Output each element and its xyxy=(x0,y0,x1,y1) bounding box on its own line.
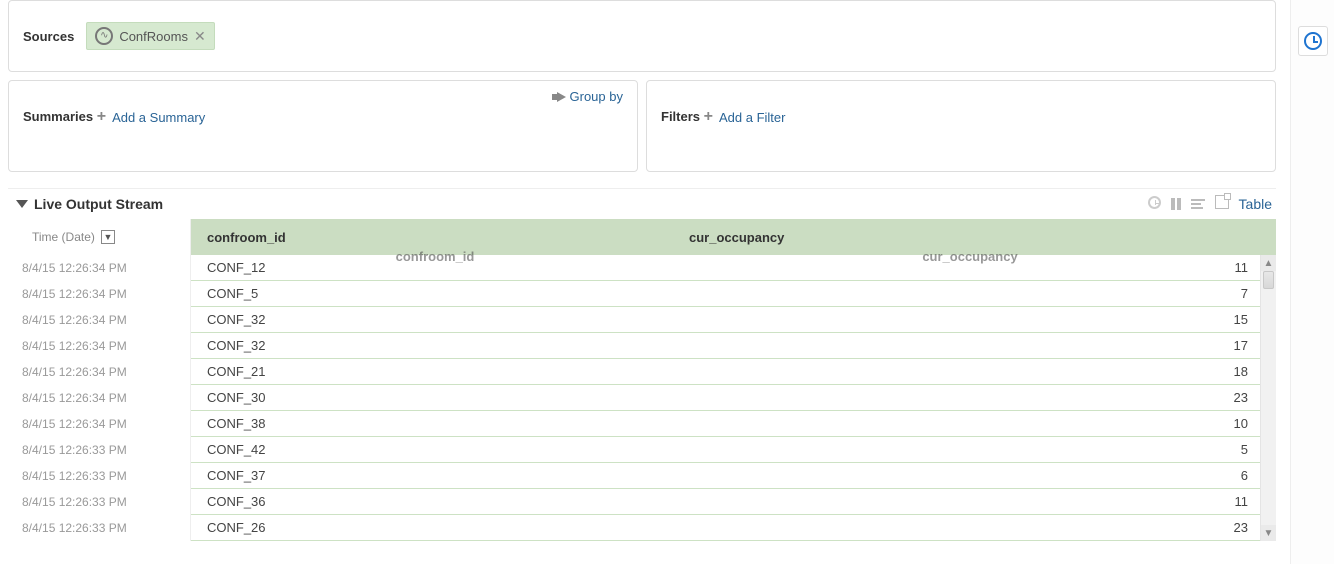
plus-icon: + xyxy=(97,109,106,125)
arrow-right-icon xyxy=(557,92,566,102)
cell-confroom-id: CONF_12 xyxy=(191,260,681,275)
cell-confroom-id: CONF_42 xyxy=(191,442,681,457)
history-button[interactable] xyxy=(1298,26,1328,56)
cell-cur-occupancy: 18 xyxy=(681,364,1276,379)
scroll-thumb[interactable] xyxy=(1263,271,1274,289)
cell-confroom-id: CONF_32 xyxy=(191,312,681,327)
sources-panel: Sources ∿ ConfRooms ✕ xyxy=(8,0,1276,72)
expand-icon[interactable] xyxy=(1215,195,1229,213)
timestamp-cell: 8/4/15 12:26:34 PM xyxy=(8,255,190,281)
table-row[interactable]: CONF_3215 xyxy=(191,307,1276,333)
table-row[interactable]: CONF_2623 xyxy=(191,515,1276,541)
view-mode-table[interactable]: Table xyxy=(1239,196,1272,212)
table-header: confroom_id cur_occupancy xyxy=(191,219,1276,255)
timestamp-cell: 8/4/15 12:26:34 PM xyxy=(8,359,190,385)
timestamp-cell: 8/4/15 12:26:33 PM xyxy=(8,463,190,489)
table-row[interactable]: CONF_3611 xyxy=(191,489,1276,515)
scroll-up-icon[interactable]: ▲ xyxy=(1261,255,1276,271)
timestamp-cell: 8/4/15 12:26:34 PM xyxy=(8,385,190,411)
timestamp-cell: 8/4/15 12:26:34 PM xyxy=(8,281,190,307)
cell-confroom-id: CONF_38 xyxy=(191,416,681,431)
stream-icon: ∿ xyxy=(95,27,113,45)
cell-cur-occupancy: 11 xyxy=(681,494,1276,509)
cell-confroom-id: CONF_32 xyxy=(191,338,681,353)
timestamp-cell: 8/4/15 12:26:34 PM xyxy=(8,411,190,437)
add-summary-label: Add a Summary xyxy=(112,110,205,125)
source-chip-label: ConfRooms xyxy=(119,29,188,44)
cell-cur-occupancy: 5 xyxy=(681,442,1276,457)
vertical-scrollbar[interactable]: ▲ ▼ xyxy=(1260,255,1276,541)
cell-cur-occupancy: 15 xyxy=(681,312,1276,327)
data-table: confroom_id cur_occupancy confroom_id cu… xyxy=(190,219,1276,541)
live-output-title: Live Output Stream xyxy=(34,196,1148,212)
timestamp-cell: 8/4/15 12:26:33 PM xyxy=(8,489,190,515)
cell-cur-occupancy: 23 xyxy=(681,520,1276,535)
table-row[interactable]: CONF_425 xyxy=(191,437,1276,463)
cell-cur-occupancy: 23 xyxy=(681,390,1276,405)
cell-confroom-id: CONF_5 xyxy=(191,286,681,301)
table-row[interactable]: CONF_57 xyxy=(191,281,1276,307)
cell-confroom-id: CONF_30 xyxy=(191,390,681,405)
cell-cur-occupancy: 17 xyxy=(681,338,1276,353)
timestamp-cell: 8/4/15 12:26:34 PM xyxy=(8,307,190,333)
table-row[interactable]: CONF_376 xyxy=(191,463,1276,489)
plus-icon: + xyxy=(704,109,713,125)
summaries-title: Summaries xyxy=(23,109,93,124)
timestamp-cell: 8/4/15 12:26:33 PM xyxy=(8,437,190,463)
time-dropdown-icon[interactable]: ▼ xyxy=(101,230,115,244)
filters-panel: Filters + Add a Filter xyxy=(646,80,1276,172)
group-by-label: Group by xyxy=(570,89,623,104)
time-column-header: Time (Date) xyxy=(32,230,95,244)
group-by-button[interactable]: Group by xyxy=(557,89,623,104)
format-icon[interactable] xyxy=(1191,199,1205,209)
cell-cur-occupancy: 11 xyxy=(681,260,1276,275)
cell-confroom-id: CONF_21 xyxy=(191,364,681,379)
cell-cur-occupancy: 6 xyxy=(681,468,1276,483)
table-row[interactable]: CONF_3217 xyxy=(191,333,1276,359)
source-chip-confrooms[interactable]: ∿ ConfRooms ✕ xyxy=(86,22,214,50)
right-rail xyxy=(1290,0,1334,564)
table-row[interactable]: CONF_3023 xyxy=(191,385,1276,411)
table-row[interactable]: CONF_1211 xyxy=(191,255,1276,281)
table-row[interactable]: CONF_3810 xyxy=(191,411,1276,437)
filters-title: Filters xyxy=(661,109,700,124)
cell-confroom-id: CONF_37 xyxy=(191,468,681,483)
clock-icon xyxy=(1304,32,1322,50)
timestamp-cell: 8/4/15 12:26:34 PM xyxy=(8,333,190,359)
add-filter-label: Add a Filter xyxy=(719,110,785,125)
collapse-toggle-icon[interactable] xyxy=(16,200,28,208)
table-row[interactable]: CONF_2118 xyxy=(191,359,1276,385)
add-summary-button[interactable]: + Add a Summary xyxy=(97,109,206,125)
add-filter-button[interactable]: + Add a Filter xyxy=(704,109,786,125)
summaries-panel: Summaries Group by + Add a Summary xyxy=(8,80,638,172)
cell-confroom-id: CONF_26 xyxy=(191,520,681,535)
scroll-down-icon[interactable]: ▼ xyxy=(1261,525,1276,541)
cell-confroom-id: CONF_36 xyxy=(191,494,681,509)
pause-icon[interactable] xyxy=(1171,198,1181,210)
column-header-confroom-id[interactable]: confroom_id xyxy=(191,230,681,245)
sources-title: Sources xyxy=(23,29,74,44)
clock-icon[interactable] xyxy=(1148,196,1161,213)
remove-source-icon[interactable]: ✕ xyxy=(194,29,206,43)
column-header-cur-occupancy[interactable]: cur_occupancy xyxy=(681,230,1276,245)
time-column: Time (Date) ▼ 8/4/15 12:26:34 PM8/4/15 1… xyxy=(8,219,190,541)
timestamp-cell: 8/4/15 12:26:33 PM xyxy=(8,515,190,541)
cell-cur-occupancy: 10 xyxy=(681,416,1276,431)
live-output-header: Live Output Stream Table xyxy=(8,188,1276,219)
cell-cur-occupancy: 7 xyxy=(681,286,1276,301)
